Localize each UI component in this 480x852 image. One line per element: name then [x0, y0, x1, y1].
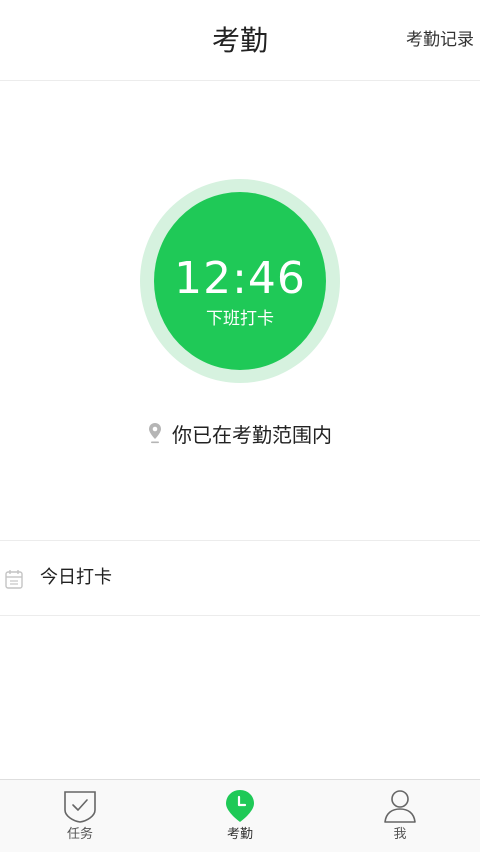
attendance-records-link[interactable]: 考勤记录	[406, 0, 474, 81]
punch-label: 下班打卡	[206, 309, 274, 329]
today-punch-row[interactable]: 今日打卡	[0, 540, 480, 616]
tab-attendance-label: 考勤	[226, 827, 253, 842]
header-bar: 考勤 考勤记录	[0, 0, 480, 81]
punch-button[interactable]: 12:46 下班打卡	[154, 192, 326, 370]
bottom-tab-bar: 任务 考勤 我	[0, 779, 480, 852]
tab-me[interactable]: 我	[320, 780, 480, 852]
tab-attendance[interactable]: 考勤	[160, 780, 320, 852]
today-punch-label: 今日打卡	[40, 567, 112, 588]
location-status-text: 你已在考勤范围内	[172, 422, 332, 447]
clock-pin-icon	[222, 788, 258, 824]
task-shield-check-icon	[62, 788, 98, 824]
tab-me-label: 我	[393, 827, 407, 842]
location-pin-icon	[148, 422, 162, 444]
tab-tasks-label: 任务	[66, 827, 93, 842]
calendar-icon	[5, 569, 23, 589]
user-icon	[382, 788, 418, 824]
punch-time: 12:46	[174, 253, 306, 304]
location-status: 你已在考勤范围内	[0, 418, 480, 448]
tab-tasks[interactable]: 任务	[0, 780, 160, 852]
